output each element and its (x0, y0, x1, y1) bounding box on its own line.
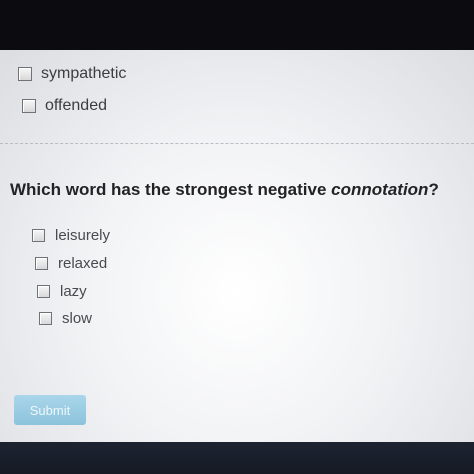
option-label: sympathetic (41, 65, 127, 82)
bottom-bar (0, 442, 474, 474)
checkbox-relaxed[interactable] (35, 257, 48, 270)
option-label: relaxed (58, 255, 108, 272)
option-lazy[interactable]: lazy (37, 283, 87, 300)
option-label: slow (62, 310, 93, 327)
question-divider (0, 143, 474, 144)
option-label: leisurely (55, 227, 111, 244)
question-emphasis: connotation (331, 180, 429, 199)
checkbox-offended[interactable] (22, 99, 36, 113)
option-label: offended (45, 97, 107, 114)
option-label: lazy (60, 283, 87, 300)
option-leisurely[interactable]: leisurely (32, 227, 110, 244)
submit-button[interactable]: Submit (14, 395, 86, 425)
question-prefix: Which word has the strongest negative (10, 180, 332, 199)
option-sympathetic[interactable]: sympathetic (18, 65, 126, 83)
checkbox-slow[interactable] (39, 312, 52, 325)
option-offended[interactable]: offended (22, 97, 107, 115)
option-relaxed[interactable]: relaxed (35, 255, 107, 272)
checkbox-sympathetic[interactable] (18, 67, 32, 81)
option-slow[interactable]: slow (39, 310, 92, 327)
question-suffix: ? (428, 180, 439, 199)
checkbox-leisurely[interactable] (32, 229, 45, 242)
checkbox-lazy[interactable] (37, 285, 50, 298)
question-text: Which word has the strongest negative co… (10, 180, 439, 200)
quiz-page: sympathetic offended Which word has the … (0, 50, 474, 442)
